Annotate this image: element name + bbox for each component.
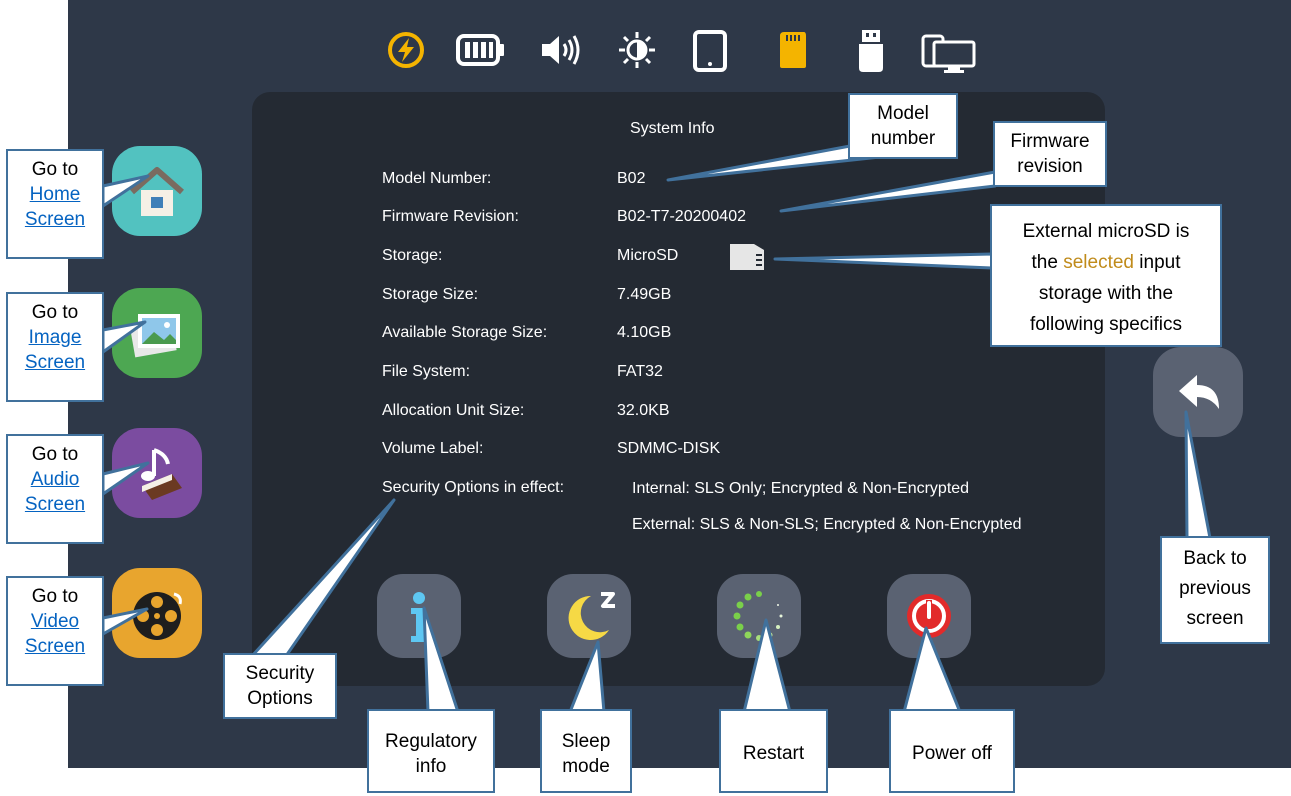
- home-screen-link[interactable]: Home: [30, 184, 81, 205]
- callout-image: Go to Image Screen: [6, 292, 104, 402]
- callout-home: Go to Home Screen: [6, 149, 104, 259]
- image-screen-link[interactable]: Image: [29, 327, 82, 348]
- callout-regulatory: Regulatory info: [367, 709, 495, 793]
- home-screen-link-2[interactable]: Screen: [25, 209, 85, 230]
- callout-storage: External microSD is the selected input s…: [990, 204, 1222, 347]
- callout-pointers: [101, 144, 1212, 714]
- audio-screen-link-2[interactable]: Screen: [25, 494, 85, 515]
- image-screen-link-2[interactable]: Screen: [25, 352, 85, 373]
- callout-security: Security Options: [223, 653, 337, 719]
- callout-restart: Restart: [719, 709, 828, 793]
- audio-screen-link[interactable]: Audio: [31, 469, 80, 490]
- callout-video: Go to Video Screen: [6, 576, 104, 686]
- callout-audio: Go to Audio Screen: [6, 434, 104, 544]
- video-screen-link-2[interactable]: Screen: [25, 636, 85, 657]
- callout-model-number: Model number: [848, 93, 958, 159]
- callout-back: Back to previous screen: [1160, 536, 1270, 644]
- callout-firmware: Firmware revision: [993, 121, 1107, 187]
- callout-power-off: Power off: [889, 709, 1015, 793]
- video-screen-link[interactable]: Video: [31, 611, 79, 632]
- callout-sleep: Sleep mode: [540, 709, 632, 793]
